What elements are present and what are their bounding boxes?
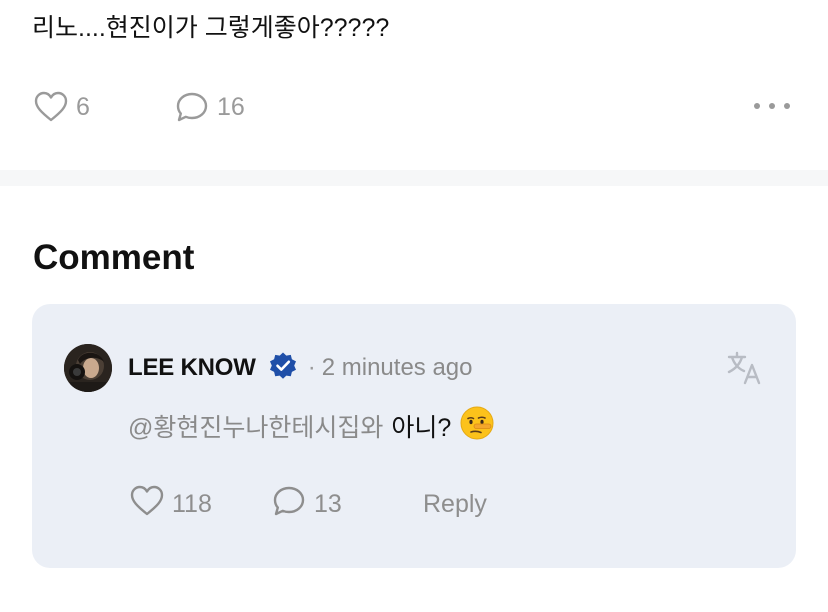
page: 리노....현진이가 그렇게좋아????? 6 16 Comment LEE K… (0, 0, 828, 612)
section-divider (0, 170, 828, 186)
comment-header: LEE KNOW · 2 minutes ago (128, 350, 473, 386)
translate-icon (726, 351, 762, 390)
comment-text: 아니? (391, 414, 452, 442)
comment-card: LEE KNOW · 2 minutes ago @황현진누나한테시집와 아니? (32, 304, 796, 568)
reply-button[interactable]: Reply (423, 486, 487, 522)
post-comment-count: 16 (217, 92, 245, 121)
comment-timestamp: 2 minutes ago (321, 354, 473, 381)
comments-heading: Comment (33, 238, 195, 277)
translate-button[interactable] (726, 350, 762, 386)
comment-like-button[interactable]: 118 (130, 485, 212, 524)
more-options-button[interactable] (752, 96, 792, 116)
mention-link[interactable]: @황현진누나한테시집와 (128, 408, 383, 444)
lying-face-icon (459, 405, 495, 448)
verified-badge-icon (268, 351, 298, 386)
avatar[interactable] (64, 344, 112, 392)
comment-reply-count: 13 (314, 489, 342, 518)
heart-icon (130, 485, 164, 524)
comment-like-count: 118 (172, 489, 212, 518)
comment-author[interactable]: LEE KNOW (128, 354, 256, 382)
post-like-button[interactable]: 6 (34, 88, 90, 126)
post-text: 리노....현진이가 그렇게좋아????? (32, 14, 390, 42)
speech-bubble-icon (175, 91, 209, 123)
comment-replies-button[interactable]: 13 (272, 486, 342, 522)
heart-icon (34, 91, 68, 123)
post-comment-button[interactable]: 16 (175, 88, 245, 126)
meta-separator: · (307, 354, 316, 381)
post-like-count: 6 (76, 92, 90, 121)
comment-body: @황현진누나한테시집와 아니? 🤥 (128, 406, 495, 446)
speech-bubble-icon (272, 485, 306, 524)
more-dots-icon (752, 103, 792, 120)
